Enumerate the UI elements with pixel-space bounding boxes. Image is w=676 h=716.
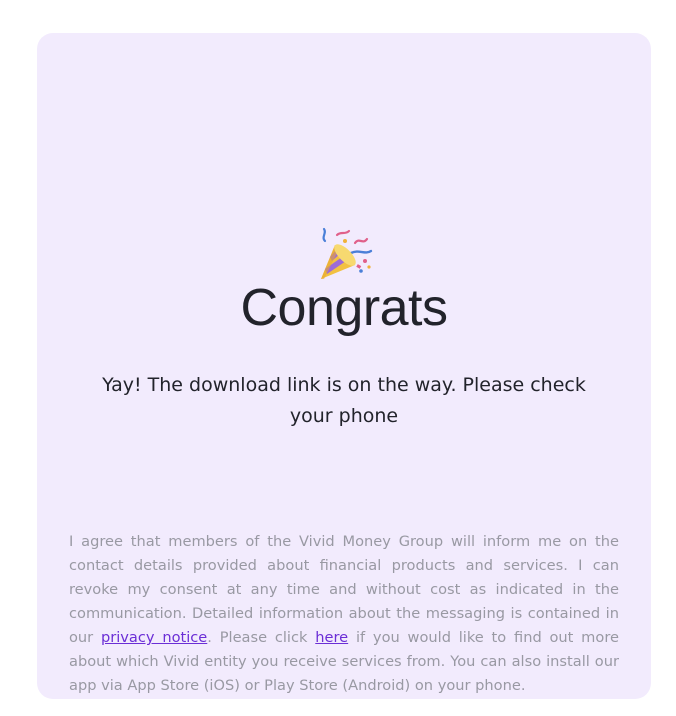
success-card: Congrats Yay! The download link is on th…	[37, 33, 651, 699]
hero: Congrats	[37, 227, 651, 337]
here-link[interactable]: here	[315, 629, 348, 646]
party-popper-icon	[321, 227, 373, 279]
page-title: Congrats	[240, 279, 449, 337]
legal-consent-text: I agree that members of the Vivid Money …	[69, 530, 619, 698]
legal-text-part-2: . Please click	[207, 629, 316, 646]
confirmation-message: Yay! The download link is on the way. Pl…	[102, 374, 586, 427]
privacy-notice-link[interactable]: privacy notice	[101, 629, 207, 646]
